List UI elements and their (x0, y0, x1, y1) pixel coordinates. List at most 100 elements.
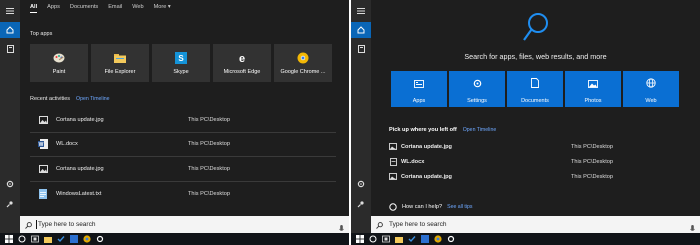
tab-apps[interactable]: Apps (47, 4, 60, 13)
list-item[interactable]: WL.docx This PC\Desktop (389, 154, 689, 169)
help-row: How can I help? See all tips (389, 198, 473, 216)
task-view-icon[interactable] (381, 235, 390, 244)
search-headline: Search for apps, files, web results, and… (464, 52, 607, 61)
settings-gear-icon[interactable] (446, 235, 455, 244)
chrome-icon[interactable] (433, 235, 442, 244)
document-icon (389, 157, 397, 166)
apps-icon (414, 75, 424, 93)
open-timeline-link[interactable]: Open Timeline (463, 127, 496, 133)
app-tile-label: Microsoft Edge (223, 68, 261, 75)
globe-icon (646, 75, 656, 93)
home-icon[interactable] (351, 22, 371, 38)
list-item[interactable]: W WL.docx This PC\Desktop (30, 133, 336, 157)
recent-activities-list: Cortana update.jpg This PC\Desktop W WL.… (30, 108, 336, 206)
app-tile-microsoft-edge[interactable]: e Microsoft Edge (213, 44, 271, 82)
list-item-name: Cortana update.jpg (401, 173, 452, 180)
check-app-icon[interactable] (56, 235, 65, 244)
app-tile-label: File Explorer (104, 68, 136, 75)
search-box[interactable]: Type here to search (371, 216, 700, 233)
tab-email[interactable]: Email (108, 4, 122, 13)
list-item[interactable]: WindowsLatest.txt This PC\Desktop (30, 182, 336, 207)
see-all-tips-link[interactable]: See all tips (447, 204, 472, 210)
image-icon (389, 173, 397, 181)
image-icon (38, 115, 48, 125)
check-app-icon[interactable] (407, 235, 416, 244)
pickup-title: Pick up where you left off (389, 127, 457, 133)
cortana-circle-icon[interactable] (368, 235, 377, 244)
folder-icon[interactable] (43, 235, 52, 244)
category-tile-photos[interactable]: Photos (565, 71, 621, 107)
list-item-path: This PC\Desktop (571, 173, 613, 180)
settings-gear-icon[interactable] (0, 176, 20, 192)
recent-activities-title: Recent activities (30, 96, 71, 102)
category-tiles: Apps Settings Documents Photos Web (391, 71, 679, 107)
hamburger-menu-icon[interactable] (351, 3, 371, 19)
text-cursor (36, 220, 37, 229)
top-apps-row: Paint File Explorer S Skype e Microsoft … (30, 44, 332, 82)
tab-all[interactable]: All (30, 4, 38, 13)
list-item-path: This PC\Desktop (571, 143, 613, 150)
list-item-name: Cortana update.jpg (56, 165, 104, 172)
folder-icon[interactable] (394, 235, 403, 244)
search-input[interactable]: Type here to search (389, 221, 446, 228)
search-box[interactable]: Type here to search (20, 216, 349, 233)
help-title: How can I help? (402, 204, 443, 210)
list-item[interactable]: Cortana update.jpg This PC\Desktop (30, 108, 336, 133)
app-tile-skype[interactable]: S Skype (152, 44, 210, 82)
tab-web[interactable]: Web (132, 4, 143, 13)
settings-icon (473, 75, 482, 93)
windows-start-icon[interactable] (4, 235, 13, 244)
search-icon (376, 216, 383, 234)
tab-documents[interactable]: Documents (70, 4, 98, 13)
notebook-icon[interactable] (0, 41, 20, 57)
home-icon[interactable] (0, 22, 20, 38)
feedback-icon[interactable] (0, 196, 20, 212)
settings-gear-icon[interactable] (95, 235, 104, 244)
list-item-path: This PC\Desktop (188, 141, 230, 148)
search-icon (25, 216, 32, 234)
list-item-name: WindowsLatest.txt (56, 190, 102, 197)
list-item[interactable]: Cortana update.jpg This PC\Desktop (389, 169, 689, 184)
app-tile-label: Google Chrome ... (280, 68, 326, 75)
category-tile-documents[interactable]: Documents (507, 71, 563, 107)
app-tile-file-explorer[interactable]: File Explorer (91, 44, 149, 82)
left-rail (0, 0, 20, 233)
taskbar (351, 233, 700, 245)
help-circle-icon (389, 198, 397, 216)
open-timeline-link[interactable]: Open Timeline (76, 96, 109, 102)
list-item[interactable]: Cortana update.jpg This PC\Desktop (30, 157, 336, 182)
text-file-icon (38, 188, 48, 199)
left-rail (351, 0, 371, 233)
app-tile-paint[interactable]: Paint (30, 44, 88, 82)
notebook-icon[interactable] (351, 41, 371, 57)
feedback-icon[interactable] (351, 196, 371, 212)
windows-start-icon[interactable] (355, 235, 364, 244)
list-item-name: Cortana update.jpg (401, 143, 452, 150)
search-input[interactable]: Type here to search (38, 221, 95, 228)
task-view-icon[interactable] (30, 235, 39, 244)
app-tile-label: Paint (52, 68, 66, 75)
category-tile-web[interactable]: Web (623, 71, 679, 107)
store-icon[interactable] (420, 235, 429, 244)
svg-text:W: W (39, 142, 44, 148)
skype-icon: S (175, 51, 187, 64)
cortana-circle-icon[interactable] (17, 235, 26, 244)
category-tile-apps[interactable]: Apps (391, 71, 447, 107)
tab-more-label: More (153, 4, 167, 10)
tab-more[interactable]: More ▾ (154, 4, 171, 13)
store-icon[interactable] (69, 235, 78, 244)
category-tile-settings[interactable]: Settings (449, 71, 505, 107)
settings-gear-icon[interactable] (351, 176, 371, 192)
pickup-list: Cortana update.jpg This PC\Desktop WL.do… (389, 139, 689, 184)
list-item-name: WL.docx (401, 158, 425, 165)
svg-text:e: e (239, 53, 245, 64)
taskbar (0, 233, 349, 245)
word-icon: W (38, 139, 48, 150)
list-item-name: WL.docx (56, 141, 78, 148)
chrome-icon[interactable] (82, 235, 91, 244)
list-item-path: This PC\Desktop (188, 116, 230, 123)
filter-tabs: All Apps Documents Email Web More ▾ (30, 4, 171, 13)
list-item[interactable]: Cortana update.jpg This PC\Desktop (389, 139, 689, 154)
app-tile-google-chrome[interactable]: Google Chrome ... (274, 44, 332, 82)
hamburger-menu-icon[interactable] (0, 3, 20, 19)
